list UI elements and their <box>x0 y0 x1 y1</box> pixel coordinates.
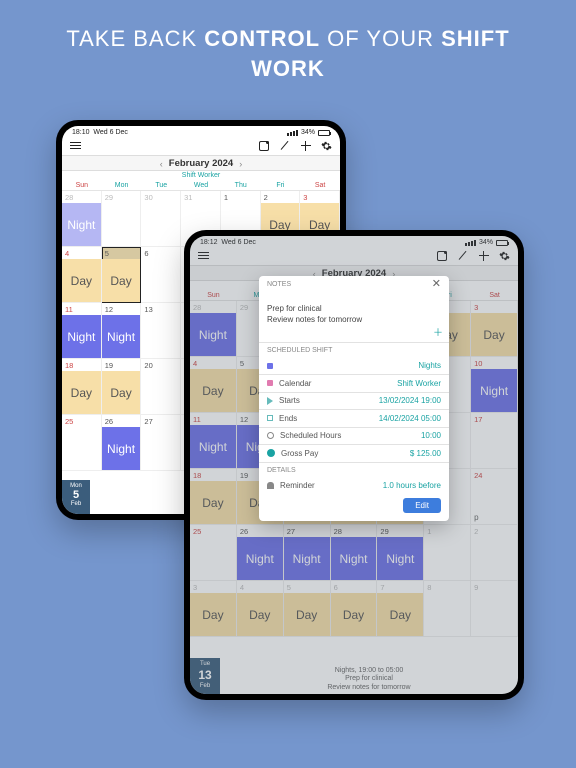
weekday-label: Mon <box>102 182 142 189</box>
calendar-cell[interactable]: 18Day <box>62 359 102 415</box>
shift-chip: Night <box>62 203 101 246</box>
selected-day-badge: Mon5Feb <box>62 480 90 514</box>
date-number: 6 <box>141 247 180 260</box>
date-number: 29 <box>102 191 141 204</box>
today-icon[interactable] <box>259 141 269 151</box>
calendar-cell[interactable]: 29 <box>102 191 142 247</box>
starts-row[interactable]: Starts 13/02/2024 19:00 <box>259 392 449 409</box>
weekday-label: Sun <box>62 182 102 189</box>
calendar-cell[interactable]: 28Night <box>62 191 102 247</box>
date-number: 30 <box>141 191 180 204</box>
close-icon[interactable]: ✕ <box>432 281 441 288</box>
next-month-icon[interactable]: › <box>239 159 242 169</box>
calendar-cell[interactable]: 13 <box>141 303 181 359</box>
clock-icon <box>267 432 274 439</box>
weekday-label: Tue <box>141 182 181 189</box>
prev-month-icon[interactable]: ‹ <box>160 159 163 169</box>
weekday-label: Fri <box>261 182 301 189</box>
shift-chip: Night <box>102 427 141 470</box>
pay-row: Gross Pay $ 125.00 <box>259 445 449 462</box>
shift-name-row: Nights <box>259 357 449 374</box>
weekday-label: Thu <box>221 182 261 189</box>
edit-icon[interactable] <box>279 140 290 151</box>
notes-heading: NOTES <box>267 281 291 288</box>
hours-row: Scheduled Hours 10:00 <box>259 427 449 444</box>
calendar-cell[interactable]: 26Night <box>102 415 142 471</box>
toolbar <box>62 137 340 155</box>
money-icon <box>267 449 275 457</box>
shift-chip: Day <box>62 371 101 414</box>
marketing-headline: TAKE BACK CONTROL OF YOUR SHIFTWORK <box>0 24 576 83</box>
weekday-label: Wed <box>181 182 221 189</box>
calendar-row[interactable]: Calendar Shift Worker <box>259 375 449 392</box>
shift-detail-card: NOTES ✕ Prep for clinical Review notes f… <box>259 276 449 521</box>
reminder-row[interactable]: Reminder 1.0 hours before <box>259 477 449 494</box>
date-number: 20 <box>141 359 180 372</box>
tablet-front: 18:12 Wed 6 Dec 34% ‹ February 2024 › Sh… <box>184 230 524 700</box>
edit-button[interactable]: Edit <box>403 498 441 513</box>
shift-chip: Day <box>102 259 141 302</box>
signal-icon <box>287 130 298 136</box>
settings-icon[interactable] <box>321 140 332 151</box>
weekday-header: SunMonTueWedThuFriSat <box>62 181 340 191</box>
calendar-cell[interactable]: 4Day <box>62 247 102 303</box>
ends-row[interactable]: Ends 14/02/2024 05:00 <box>259 410 449 427</box>
date-number: 1 <box>221 191 260 204</box>
calendar-cell[interactable]: 12Night <box>102 303 142 359</box>
calendar-cell[interactable]: 5Day <box>102 247 142 303</box>
details-heading: DETAILS <box>267 467 296 474</box>
calendar-cell[interactable]: 6 <box>141 247 181 303</box>
calendar-cell[interactable]: 20 <box>141 359 181 415</box>
date-number: 13 <box>141 303 180 316</box>
date-number: 27 <box>141 415 180 428</box>
weekday-label: Sat <box>300 182 340 189</box>
calendar-cell[interactable]: 30 <box>141 191 181 247</box>
shift-chip: Day <box>62 259 101 302</box>
calendar-cell[interactable]: 27 <box>141 415 181 471</box>
status-bar: 18:10 Wed 6 Dec 34% <box>62 126 340 137</box>
date-number: 31 <box>181 191 220 204</box>
shift-color-icon <box>267 363 273 369</box>
battery-icon <box>318 130 330 136</box>
month-title[interactable]: February 2024 <box>169 158 233 169</box>
shift-chip: Night <box>62 315 101 358</box>
date-number: 25 <box>62 415 101 428</box>
calendar-cell[interactable]: 19Day <box>102 359 142 415</box>
bell-icon <box>267 482 274 489</box>
calendar-name: Shift Worker <box>62 171 340 181</box>
end-icon <box>267 415 273 421</box>
shift-chip: Day <box>102 371 141 414</box>
add-icon[interactable] <box>300 140 311 151</box>
calendar-cell[interactable]: 25 <box>62 415 102 471</box>
add-note-icon[interactable]: ＋ <box>433 327 443 340</box>
calendar-cell[interactable]: 11Night <box>62 303 102 359</box>
shift-chip: Night <box>102 315 141 358</box>
calendar-color-icon <box>267 380 273 386</box>
menu-icon[interactable] <box>70 142 81 150</box>
notes-body: Prep for clinical Review notes for tomor… <box>259 291 449 342</box>
start-icon <box>267 397 273 405</box>
scheduled-heading: SCHEDULED SHIFT <box>267 347 332 354</box>
